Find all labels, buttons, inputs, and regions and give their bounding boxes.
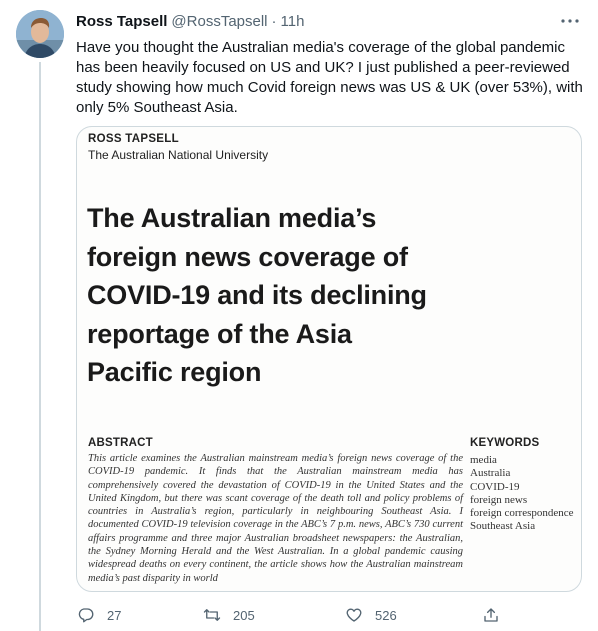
share-button[interactable] [481,602,501,628]
tweet-header: Ross Tapsell @RossTapsell · 11h [76,10,586,32]
abstract-text: This article examines the Australian mai… [88,453,463,584]
retweet-count: 205 [233,607,255,623]
reply-button[interactable]: 27 [76,602,121,628]
reply-icon [76,605,96,625]
timestamp[interactable]: 11h [281,13,305,30]
keyword-item: COVID-19 [470,480,520,493]
keyword-item: foreign correspondence [470,507,574,520]
paper-author: ROSS TAPSELL [88,133,179,145]
author-handle[interactable]: @RossTapsell [171,13,267,30]
tweet-actions: 27 205 526 [76,602,586,628]
thread-line [39,62,41,631]
separator: · [271,12,277,30]
like-count: 526 [375,607,397,623]
more-icon[interactable] [558,12,582,30]
author-name[interactable]: Ross Tapsell [76,13,167,30]
keyword-item: media [470,454,497,466]
paper-title: The Australian media’s foreign news cove… [87,203,427,387]
reply-count: 27 [107,607,122,623]
keywords-heading: KEYWORDS [470,437,540,449]
paper-affiliation: The Australian National University [88,148,269,162]
avatar[interactable] [16,10,64,58]
share-icon [481,605,501,625]
tweet[interactable]: Ross Tapsell @RossTapsell · 11h Have you… [76,10,586,623]
retweet-button[interactable]: 205 [202,602,255,628]
keyword-item: Australia [470,467,511,480]
keyword-item: Southeast Asia [470,520,536,533]
retweet-icon [202,605,222,625]
keyword-item: foreign news [470,493,528,506]
like-icon [344,605,364,625]
abstract-heading: ABSTRACT [88,437,153,449]
like-button[interactable]: 526 [344,602,397,628]
keywords-list: media Australia COVID-19 foreign news fo… [470,454,574,534]
tweet-image[interactable]: ROSS TAPSELL The Australian National Uni… [76,126,582,592]
tweet-text: Have you thought the Australian media's … [76,39,583,116]
